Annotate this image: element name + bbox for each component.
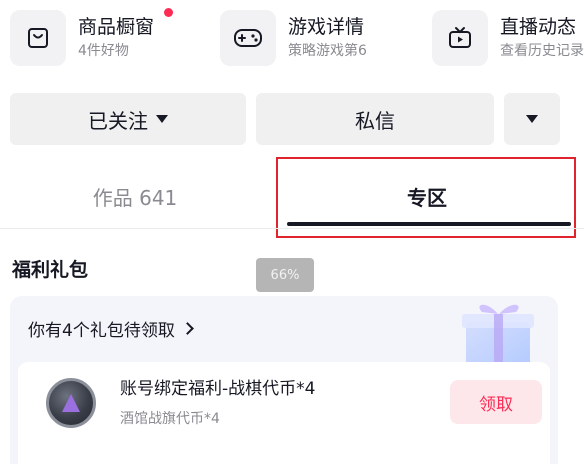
claim-button[interactable]: 领取 bbox=[450, 380, 542, 424]
claim-label: 领取 bbox=[479, 394, 513, 415]
chevron-right-icon bbox=[180, 322, 194, 335]
section-title: 福利礼包 bbox=[12, 259, 89, 281]
gift-box-icon bbox=[462, 304, 534, 364]
gift-card-header-label: 你有4个礼包待领取 bbox=[28, 321, 175, 341]
shortcut-subtitle: 4件好物 bbox=[78, 43, 129, 59]
divider bbox=[0, 228, 584, 229]
message-button[interactable]: 私信 bbox=[256, 93, 494, 145]
shortcut-title: 游戏详情 bbox=[288, 16, 365, 38]
gift-item-subtitle: 酒馆战旗代币*4 bbox=[120, 411, 220, 427]
percent-badge: 66% bbox=[256, 258, 314, 292]
page: 商品橱窗 4件好物 游戏详情 策略游戏第6 直播动态 查看历史记录 已关注 私信… bbox=[0, 0, 584, 464]
shortcut-game-details[interactable]: 游戏详情 策略游戏第6 bbox=[220, 6, 367, 70]
shortcut-subtitle: 查看历史记录 bbox=[500, 43, 584, 59]
tab-works-label: 作品 641 bbox=[92, 185, 178, 210]
gift-item: 账号绑定福利-战棋代币*4 酒馆战旗代币*4 领取 bbox=[18, 362, 550, 464]
tab-works[interactable]: 作品 641 bbox=[0, 168, 270, 224]
follow-label: 已关注 bbox=[88, 108, 148, 133]
tv-icon bbox=[432, 10, 488, 66]
caret-down-icon bbox=[526, 115, 538, 123]
follow-button[interactable]: 已关注 bbox=[10, 93, 246, 145]
caret-down-icon bbox=[156, 115, 168, 123]
gift-item-title: 账号绑定福利-战棋代币*4 bbox=[120, 379, 316, 399]
shortcut-title: 商品橱窗 bbox=[78, 16, 155, 38]
shortcut-live-updates[interactable]: 直播动态 查看历史记录 bbox=[432, 6, 584, 70]
more-options-button[interactable] bbox=[504, 93, 560, 145]
coin-icon bbox=[46, 378, 96, 428]
gamepad-icon bbox=[220, 10, 276, 66]
bag-icon bbox=[10, 10, 66, 66]
shortcut-shop-window[interactable]: 商品橱窗 4件好物 bbox=[10, 6, 154, 70]
notification-dot bbox=[164, 8, 173, 17]
shortcut-title: 直播动态 bbox=[500, 16, 577, 38]
shortcut-bar: 商品橱窗 4件好物 游戏详情 策略游戏第6 直播动态 查看历史记录 bbox=[0, 0, 584, 78]
gift-card: 你有4个礼包待领取 账号绑定福利-战棋代币*4 酒馆战旗代币*4 领取 bbox=[10, 296, 558, 464]
gift-card-header[interactable]: 你有4个礼包待领取 bbox=[28, 316, 194, 341]
highlight-box bbox=[276, 157, 576, 238]
message-label: 私信 bbox=[355, 108, 395, 133]
shortcut-subtitle: 策略游戏第6 bbox=[288, 43, 367, 59]
